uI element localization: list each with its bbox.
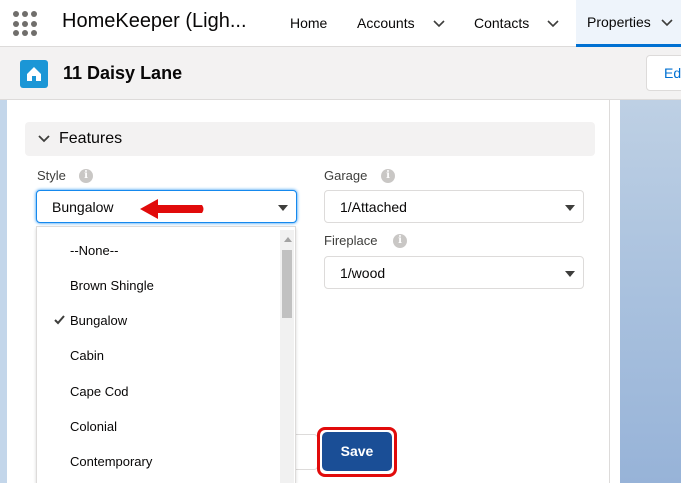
caret-down-icon <box>565 271 575 277</box>
nav-item-accounts[interactable]: Accounts <box>357 0 447 46</box>
save-button[interactable]: Save <box>322 432 392 471</box>
option-label: Bungalow <box>70 313 128 328</box>
info-icon[interactable]: i <box>381 169 395 183</box>
style-dropdown-list[interactable]: --None-- Brown Shingle Bungalow Cabin Ca… <box>36 226 296 483</box>
dropdown-option[interactable]: Brown Shingle <box>37 271 281 301</box>
nav-item-home[interactable]: Home <box>290 0 327 46</box>
dropdown-option-selected[interactable]: Bungalow <box>37 306 281 336</box>
info-icon[interactable]: i <box>79 169 93 183</box>
dropdown-option[interactable]: Colonial <box>37 412 281 442</box>
nav-item-label: Accounts <box>357 15 415 31</box>
nav-item-contacts[interactable]: Contacts <box>474 0 561 46</box>
page-background <box>0 100 7 483</box>
nav-item-label: Home <box>290 15 328 31</box>
annotation-arrow-icon <box>140 199 204 219</box>
fireplace-value: 1/wood <box>340 265 386 281</box>
caret-down-icon <box>565 205 575 211</box>
nav-item-label: Properties <box>587 14 651 30</box>
option-label: Cabin <box>70 348 104 363</box>
style-label: Style <box>37 168 66 183</box>
dropdown-option[interactable]: Contemporary <box>37 447 281 477</box>
option-label: Colonial <box>70 419 117 434</box>
garage-value: 1/Attached <box>340 199 407 215</box>
cancel-button[interactable] <box>296 434 318 470</box>
scrollbar-thumb[interactable] <box>282 250 292 318</box>
option-label: Cape Cod <box>70 384 129 399</box>
chevron-down-icon[interactable] <box>545 15 561 31</box>
nav-item-properties[interactable]: Properties <box>576 0 681 47</box>
nav-item-label: Contacts <box>474 15 530 31</box>
fireplace-combobox[interactable]: 1/wood <box>324 256 584 289</box>
option-label: --None-- <box>70 243 119 258</box>
style-value: Bungalow <box>52 199 114 215</box>
home-icon <box>20 60 48 88</box>
scroll-up-icon[interactable] <box>284 237 292 242</box>
dropdown-option[interactable]: --None-- <box>37 236 281 266</box>
info-icon[interactable]: i <box>393 234 407 248</box>
option-label: Contemporary <box>70 454 153 469</box>
app-launcher-icon[interactable] <box>13 11 39 37</box>
global-nav-bar: HomeKeeper (Ligh... Home Accounts Contac… <box>0 0 681 47</box>
page-background <box>620 100 681 483</box>
option-label: Brown Shingle <box>70 278 154 293</box>
chevron-down-icon[interactable] <box>431 15 447 31</box>
dropdown-option[interactable]: Cabin <box>37 341 281 371</box>
edit-button[interactable]: Edit <box>646 55 681 91</box>
record-title: 11 Daisy Lane <box>63 63 183 83</box>
garage-label: Garage <box>324 168 368 183</box>
fireplace-label: Fireplace <box>324 233 378 248</box>
chevron-down-icon <box>38 135 50 143</box>
checkmark-icon <box>54 315 65 325</box>
caret-down-icon <box>278 205 288 211</box>
garage-combobox[interactable]: 1/Attached <box>324 190 584 223</box>
chevron-down-icon[interactable] <box>659 14 675 30</box>
app-name: HomeKeeper (Ligh... <box>62 10 247 32</box>
dropdown-option[interactable]: Cape Cod <box>37 377 281 407</box>
section-title: Features <box>59 130 123 147</box>
